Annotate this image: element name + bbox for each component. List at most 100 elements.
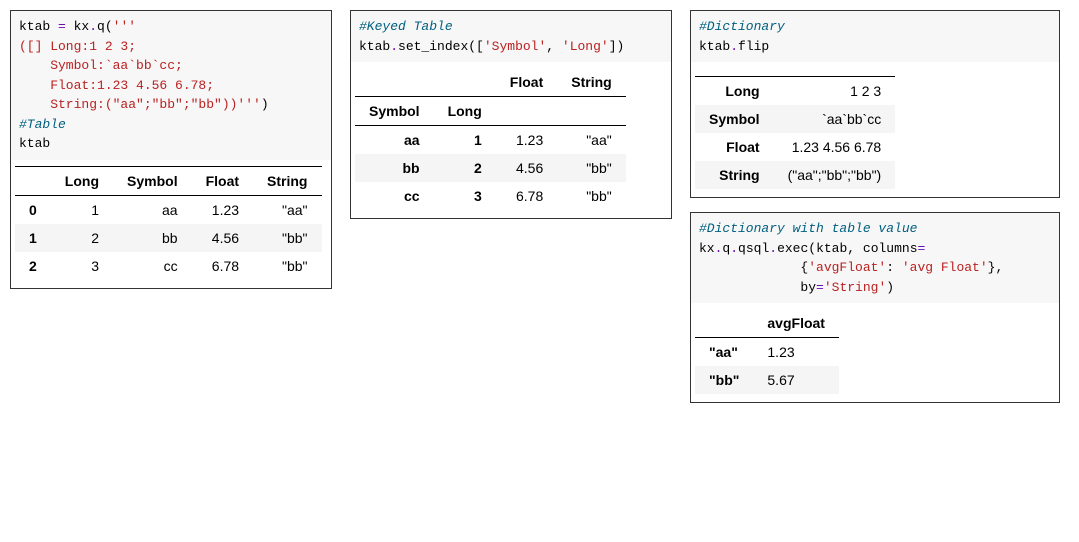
code-text: kx: [699, 241, 715, 256]
code-text: :: [886, 260, 902, 275]
panel-table: ktab = kx.q(''' ([] Long:1 2 3; Symbol:`…: [10, 10, 332, 289]
cell-key: 1: [434, 126, 496, 155]
cell: "aa": [557, 126, 625, 155]
cell: 1.23: [192, 195, 253, 224]
cell: 2: [51, 224, 113, 252]
table-header: Symbol: [113, 166, 192, 195]
table-row: 2 3 cc 6.78 "bb": [15, 252, 322, 280]
code-text: =: [58, 19, 66, 34]
code-text: ]): [609, 39, 625, 54]
table-row: 0 1 aa 1.23 "aa": [15, 195, 322, 224]
table-row: "aa" 1.23: [695, 338, 839, 367]
table-header: Float: [496, 68, 557, 97]
code-text: .: [769, 241, 777, 256]
code-text: Symbol:`aa`bb`cc;: [19, 58, 183, 73]
cell-key: aa: [355, 126, 434, 155]
cell: 3: [51, 252, 113, 280]
code-text: ,: [546, 39, 562, 54]
cell: 1.23 4.56 6.78: [774, 133, 896, 161]
table-header: String: [253, 166, 321, 195]
code-text: =: [816, 280, 824, 295]
table-header: [434, 68, 496, 97]
table-header: [15, 166, 51, 195]
output-keyed-table: Float String Symbol Long aa 1 1.23 "aa": [355, 68, 626, 210]
code-text: ktab: [19, 136, 50, 151]
code-text: ): [261, 97, 269, 112]
table-row: String ("aa";"bb";"bb"): [695, 161, 895, 189]
cell-key: 2: [434, 154, 496, 182]
code-text: ktab: [359, 39, 390, 54]
table-header: Symbol: [355, 97, 434, 126]
code-text: 'Symbol': [484, 39, 546, 54]
table-header: Long: [51, 166, 113, 195]
cell-key: bb: [355, 154, 434, 182]
code-block-table: ktab = kx.q(''' ([] Long:1 2 3; Symbol:`…: [11, 11, 331, 160]
cell-key: cc: [355, 182, 434, 210]
table-header: [695, 309, 753, 338]
cell-key: String: [695, 161, 774, 189]
code-block-keyed: #Keyed Table ktab.set_index(['Symbol', '…: [351, 11, 671, 62]
row-index: 0: [15, 195, 51, 224]
cell: 6.78: [496, 182, 557, 210]
output-table: Long Symbol Float String 0 1 aa 1.23 "aa…: [15, 166, 322, 280]
code-text: .: [730, 39, 738, 54]
table-header: Long: [434, 97, 496, 126]
index-header-row: Symbol Long: [355, 97, 626, 126]
table-row: Symbol `aa`bb`cc: [695, 105, 895, 133]
cell: cc: [113, 252, 192, 280]
cell-key: "bb": [695, 366, 753, 394]
cell: "bb": [557, 182, 625, 210]
right-column: #Dictionary ktab.flip Long 1 2 3 Symbol …: [690, 10, 1060, 403]
code-text: set_index([: [398, 39, 484, 54]
table-header: [355, 68, 434, 97]
table-header: [496, 97, 557, 126]
code-text: ''': [113, 19, 136, 34]
output-dict: Long 1 2 3 Symbol `aa`bb`cc Float 1.23 4…: [695, 76, 895, 189]
panel-dictionary: #Dictionary ktab.flip Long 1 2 3 Symbol …: [690, 10, 1060, 198]
cell: `aa`bb`cc: [774, 105, 896, 133]
row-index: 1: [15, 224, 51, 252]
code-text: #Keyed Table: [359, 19, 453, 34]
code-text: by: [699, 280, 816, 295]
cell: "bb": [557, 154, 625, 182]
cell-key: Float: [695, 133, 774, 161]
cell: 1 2 3: [774, 77, 896, 106]
code-text: #Table: [19, 117, 66, 132]
output-exec: avgFloat "aa" 1.23 "bb" 5.67: [695, 309, 839, 394]
table-header: Float: [192, 166, 253, 195]
cell: 6.78: [192, 252, 253, 280]
code-text: ktab: [699, 39, 730, 54]
code-text: ([] Long:1 2 3;: [19, 39, 136, 54]
cell: ("aa";"bb";"bb"): [774, 161, 896, 189]
table-row: "bb" 5.67: [695, 366, 839, 394]
code-block-exec: #Dictionary with table value kx.q.qsql.e…: [691, 213, 1059, 303]
table-header-row: Float String: [355, 68, 626, 97]
code-text: q(: [97, 19, 113, 34]
table-header-row: avgFloat: [695, 309, 839, 338]
table-header-row: Long Symbol Float String: [15, 166, 322, 195]
table-row: bb 2 4.56 "bb": [355, 154, 626, 182]
cell-key: Long: [695, 77, 774, 106]
content-wrap: ktab = kx.q(''' ([] Long:1 2 3; Symbol:`…: [10, 10, 1069, 403]
code-text: 'String': [824, 280, 886, 295]
panel-keyed-table: #Keyed Table ktab.set_index(['Symbol', '…: [350, 10, 672, 219]
code-text: 'avgFloat': [808, 260, 886, 275]
code-text: Float:1.23 4.56 6.78;: [19, 78, 214, 93]
cell: 5.67: [753, 366, 839, 394]
code-text: 'Long': [562, 39, 609, 54]
table-header: avgFloat: [753, 309, 839, 338]
code-text: ktab: [19, 19, 58, 34]
cell-key: "aa": [695, 338, 753, 367]
row-index: 2: [15, 252, 51, 280]
cell-key: 3: [434, 182, 496, 210]
code-text: #Dictionary: [699, 19, 785, 34]
cell: 4.56: [192, 224, 253, 252]
cell: 4.56: [496, 154, 557, 182]
code-text: flip: [738, 39, 769, 54]
code-block-dict: #Dictionary ktab.flip: [691, 11, 1059, 62]
code-text: qsql: [738, 241, 769, 256]
table-row: 1 2 bb 4.56 "bb": [15, 224, 322, 252]
table-header: String: [557, 68, 625, 97]
cell: "bb": [253, 252, 321, 280]
table-row: Long 1 2 3: [695, 77, 895, 106]
